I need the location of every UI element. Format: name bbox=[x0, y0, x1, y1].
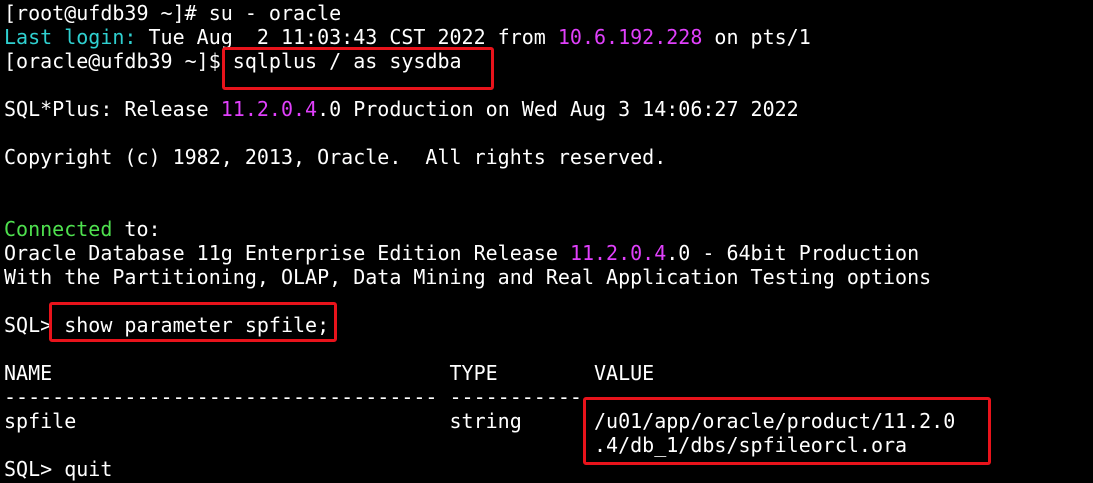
quit-command: quit bbox=[64, 457, 113, 481]
last-login-tty: on pts/1 bbox=[702, 25, 811, 49]
options-line: With the Partitioning, OLAP, Data Mining… bbox=[4, 265, 932, 289]
terminal-line: Connected to: bbox=[4, 217, 1093, 241]
terminal-line: SQL*Plus: Release 11.2.0.4.0 Production … bbox=[4, 97, 1093, 121]
sql-prompt: SQL> bbox=[4, 457, 65, 481]
table-header: NAME TYPE VALUE bbox=[4, 361, 655, 385]
su-command: su - oracle bbox=[208, 1, 342, 25]
last-login-date: Tue Aug 2 11:03:43 CST 2022 from bbox=[136, 25, 558, 49]
last-login-label: Last login: bbox=[4, 25, 137, 49]
db-prefix: Oracle Database 11g Enterprise Edition R… bbox=[4, 241, 570, 265]
terminal-line: [oracle@ufdb39 ~]$ sqlplus / as sysdba bbox=[4, 49, 1093, 73]
release-version: 11.2.0.4 bbox=[220, 97, 318, 121]
highlight-box-show-parameter bbox=[49, 302, 337, 342]
root-prompt: [root@ufdb39 ~]# bbox=[4, 1, 209, 25]
release-suffix: .0 Production on Wed Aug 3 14:06:27 2022 bbox=[317, 97, 799, 121]
copyright-line: Copyright (c) 1982, 2013, Oracle. All ri… bbox=[4, 145, 667, 169]
row-value-indent bbox=[4, 433, 594, 457]
highlight-box-value bbox=[583, 397, 991, 465]
connected-to: to: bbox=[112, 217, 161, 241]
connected-word: Connected bbox=[4, 217, 113, 241]
oracle-prompt: [oracle@ufdb39 ~]$ bbox=[4, 49, 233, 73]
terminal-line: Last login: Tue Aug 2 11:03:43 CST 2022 … bbox=[4, 25, 1093, 49]
highlight-box-sqlplus bbox=[222, 47, 494, 90]
terminal-line: Oracle Database 11g Enterprise Edition R… bbox=[4, 241, 1093, 265]
release-prefix: SQL*Plus: Release bbox=[4, 97, 221, 121]
row-name-type: spfile string bbox=[4, 409, 595, 433]
db-suffix: .0 - 64bit Production bbox=[666, 241, 920, 265]
last-login-ip: 10.6.192.228 bbox=[557, 25, 703, 49]
db-version: 11.2.0.4 bbox=[569, 241, 667, 265]
terminal-line: [root@ufdb39 ~]# su - oracle bbox=[4, 1, 1093, 25]
